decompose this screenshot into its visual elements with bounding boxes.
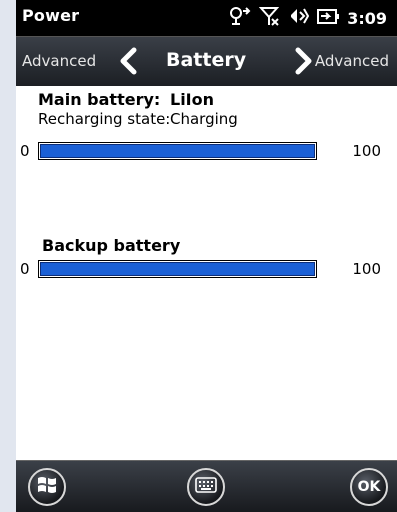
main-battery-label: Main battery: (38, 90, 161, 109)
main-battery-bar (38, 142, 317, 160)
chevron-left-icon[interactable] (118, 47, 138, 79)
tab-bar: Advanced Battery Advanced (16, 36, 397, 87)
status-time: 3:09 (347, 8, 387, 28)
backup-battery-min: 0 (20, 260, 30, 278)
recharging-state-label: Recharging state: (38, 110, 171, 128)
windows-start-button[interactable] (28, 468, 66, 506)
main-battery-min: 0 (20, 142, 30, 160)
tab-advanced-left[interactable]: Advanced (22, 52, 96, 70)
tab-advanced-right[interactable]: Advanced (315, 52, 389, 70)
ok-button[interactable]: OK (350, 468, 388, 506)
status-icons: 3:09 (229, 4, 387, 32)
speaker-icon (287, 6, 310, 30)
backup-battery-bar (38, 260, 317, 278)
status-title: Power (22, 6, 80, 25)
battery-charging-icon (317, 6, 340, 30)
windows-start-icon (36, 474, 58, 500)
chevron-right-icon[interactable] (294, 47, 314, 79)
backup-battery-bar-fill (40, 262, 315, 276)
device-screen: Power 3:09 Advanced Battery Advanced Mai… (16, 0, 397, 512)
connection-icon (229, 6, 251, 30)
keyboard-button[interactable] (187, 468, 225, 506)
backup-battery-max: 100 (352, 260, 381, 278)
backup-battery-label: Backup battery (42, 236, 181, 255)
recharging-state-value: Charging (170, 110, 238, 128)
main-battery-bar-fill (40, 144, 315, 158)
status-bar: Power 3:09 (16, 0, 397, 36)
keyboard-icon (195, 477, 217, 497)
ok-label: OK (357, 479, 381, 495)
tab-battery[interactable]: Battery (166, 49, 246, 71)
main-battery-type: LiIon (170, 90, 215, 109)
main-battery-max: 100 (352, 142, 381, 160)
signal-off-icon (258, 6, 280, 30)
battery-content: Main battery: LiIon Recharging state: Ch… (16, 86, 397, 460)
bottom-bar: OK (16, 460, 397, 512)
